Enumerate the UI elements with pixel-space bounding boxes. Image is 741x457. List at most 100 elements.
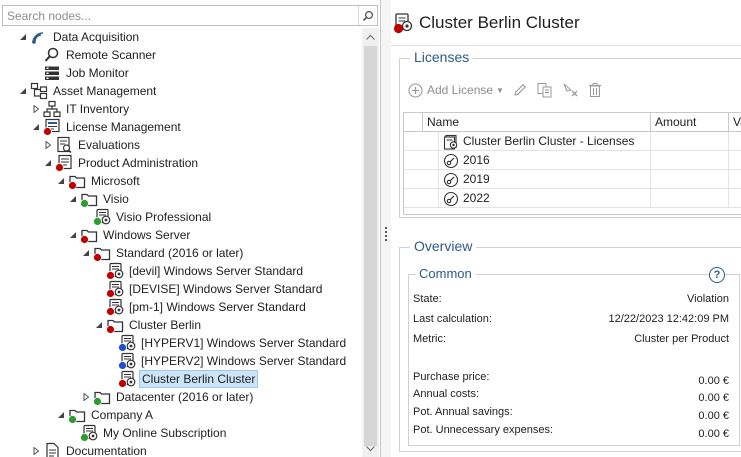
tree-node[interactable]: [HYPERV1] Windows Server Standard bbox=[106, 334, 348, 352]
add-license-label: Add License bbox=[427, 83, 494, 97]
copy-icon bbox=[537, 83, 552, 98]
collapse-arrow-icon[interactable] bbox=[94, 316, 104, 334]
column-header-amount[interactable]: Amount bbox=[650, 113, 728, 132]
tree-node[interactable]: Cluster Berlin bbox=[94, 316, 203, 334]
tree-node[interactable]: Asset Management bbox=[18, 82, 158, 100]
copy-button[interactable] bbox=[536, 79, 554, 101]
tree-node-label: [devil] Windows Server Standard bbox=[129, 264, 304, 278]
add-circle-icon bbox=[408, 82, 423, 98]
collapse-arrow-icon[interactable] bbox=[18, 82, 28, 100]
collapse-arrow-icon[interactable] bbox=[56, 172, 66, 190]
cell-name: 2016 bbox=[438, 151, 650, 170]
cost-value: 0.00 € bbox=[698, 428, 729, 440]
expand-arrow-icon[interactable] bbox=[43, 136, 53, 154]
expand-arrow-icon[interactable] bbox=[31, 442, 41, 457]
wifi-icon bbox=[30, 28, 48, 46]
tree-node[interactable]: Remote Scanner bbox=[31, 46, 158, 64]
field-value: Violation bbox=[687, 293, 729, 305]
product-icon bbox=[393, 12, 415, 34]
folder-icon bbox=[68, 172, 86, 190]
expand-arrow-icon[interactable] bbox=[31, 100, 41, 118]
column-header-name[interactable]: Name bbox=[422, 113, 650, 132]
tree-node[interactable]: [devil] Windows Server Standard bbox=[94, 262, 305, 280]
grid-header: Name Amount Va bbox=[404, 113, 741, 132]
tree-node[interactable]: Cluster Berlin Cluster bbox=[106, 370, 259, 388]
collapse-arrow-icon[interactable] bbox=[68, 190, 78, 208]
tree-node-label: Cluster Berlin Cluster bbox=[139, 370, 259, 388]
tree-node[interactable]: License Management bbox=[31, 118, 183, 136]
tree-node[interactable]: [HYPERV2] Windows Server Standard bbox=[106, 352, 348, 370]
cell-amount bbox=[650, 170, 728, 189]
tree-node[interactable]: Job Monitor bbox=[31, 64, 131, 82]
table-row[interactable]: 2019 bbox=[404, 170, 741, 189]
edit-button[interactable] bbox=[512, 79, 528, 101]
cost-field: Pot. Annual savings: 0.00 € bbox=[413, 406, 729, 422]
tree-scrollbar[interactable] bbox=[362, 28, 379, 457]
detail-header: Cluster Berlin Cluster bbox=[391, 0, 741, 46]
tree-node[interactable]: Company A bbox=[56, 406, 155, 424]
tree-node[interactable]: My Online Subscription bbox=[68, 424, 228, 442]
tree-node[interactable]: Evaluations bbox=[43, 136, 142, 154]
tree-node[interactable]: Windows Server bbox=[68, 226, 192, 244]
scroll-down-arrow-icon[interactable] bbox=[362, 440, 379, 457]
common-section-title: Common bbox=[415, 266, 476, 281]
pane-splitter[interactable] bbox=[381, 0, 391, 457]
licenses-toolbar: Add License ▼ bbox=[408, 79, 610, 101]
tree-node[interactable]: Microsoft bbox=[56, 172, 142, 190]
cell-value bbox=[728, 189, 741, 208]
tree-node-label: [HYPERV1] Windows Server Standard bbox=[141, 336, 347, 350]
add-license-button[interactable]: Add License ▼ bbox=[408, 79, 504, 101]
unassign-button[interactable] bbox=[562, 79, 580, 101]
cost-label: Pot. Unnecessary expenses: bbox=[413, 424, 554, 436]
tree-node-label: Evaluations bbox=[78, 138, 141, 152]
cost-label: Annual costs: bbox=[413, 388, 480, 400]
tree-node-label: [pm-1] Windows Server Standard bbox=[129, 300, 306, 314]
cell-name-text: 2022 bbox=[463, 191, 490, 205]
tree-node[interactable]: Data Acquisition bbox=[18, 28, 141, 46]
tree-node[interactable]: Standard (2016 or later) bbox=[81, 244, 245, 262]
collapse-arrow-icon[interactable] bbox=[18, 28, 28, 46]
tree-node[interactable]: Datacenter (2016 or later) bbox=[81, 388, 255, 406]
tree-node[interactable]: IT Inventory bbox=[31, 100, 131, 118]
cost-value: 0.00 € bbox=[698, 410, 729, 422]
scroll-thumb[interactable] bbox=[364, 46, 377, 446]
tree-node[interactable]: Documentation bbox=[31, 442, 149, 457]
search-button[interactable] bbox=[358, 6, 377, 25]
field-label: State: bbox=[413, 293, 442, 305]
collapse-arrow-icon[interactable] bbox=[43, 154, 53, 172]
column-header-value[interactable]: Va bbox=[728, 113, 741, 132]
cell-name: 2022 bbox=[438, 189, 650, 208]
tree-node[interactable]: Product Administration bbox=[43, 154, 200, 172]
collapse-arrow-icon[interactable] bbox=[31, 118, 41, 136]
cost-field: Pot. Unnecessary expenses: 0.00 € bbox=[413, 424, 729, 440]
common-section: Common ? State: Violation Last calculatio… bbox=[408, 266, 740, 446]
expand-arrow-icon[interactable] bbox=[81, 388, 91, 406]
scroll-up-arrow-icon[interactable] bbox=[362, 28, 379, 45]
table-row[interactable]: 2016 bbox=[404, 151, 741, 170]
help-icon[interactable]: ? bbox=[709, 267, 725, 283]
tree-node-label: [DEVISE] Windows Server Standard bbox=[129, 282, 323, 296]
search-input[interactable] bbox=[3, 6, 359, 25]
table-row[interactable]: 2022 bbox=[404, 189, 741, 208]
collapse-arrow-icon[interactable] bbox=[56, 406, 66, 424]
tree-node[interactable]: [DEVISE] Windows Server Standard bbox=[94, 280, 324, 298]
cell-amount bbox=[650, 132, 728, 151]
tree-node[interactable]: [pm-1] Windows Server Standard bbox=[94, 298, 308, 316]
collapse-arrow-icon[interactable] bbox=[81, 244, 91, 262]
table-row[interactable]: Cluster Berlin Cluster - Licenses bbox=[404, 132, 741, 151]
magnifier-icon bbox=[43, 46, 61, 64]
field-label: Last calculation: bbox=[413, 313, 492, 325]
tree-node[interactable]: Visio Professional bbox=[81, 208, 213, 226]
tree-node-label: Microsoft bbox=[91, 174, 140, 188]
delete-button[interactable] bbox=[588, 79, 602, 101]
cost-field: Annual costs: 0.00 € bbox=[413, 388, 729, 404]
search-icon bbox=[362, 10, 374, 21]
splitter-grip-icon bbox=[385, 226, 387, 241]
tree-node-label: My Online Subscription bbox=[103, 426, 227, 440]
collapse-arrow-icon[interactable] bbox=[68, 226, 78, 244]
tree-node[interactable]: Visio bbox=[68, 190, 131, 208]
